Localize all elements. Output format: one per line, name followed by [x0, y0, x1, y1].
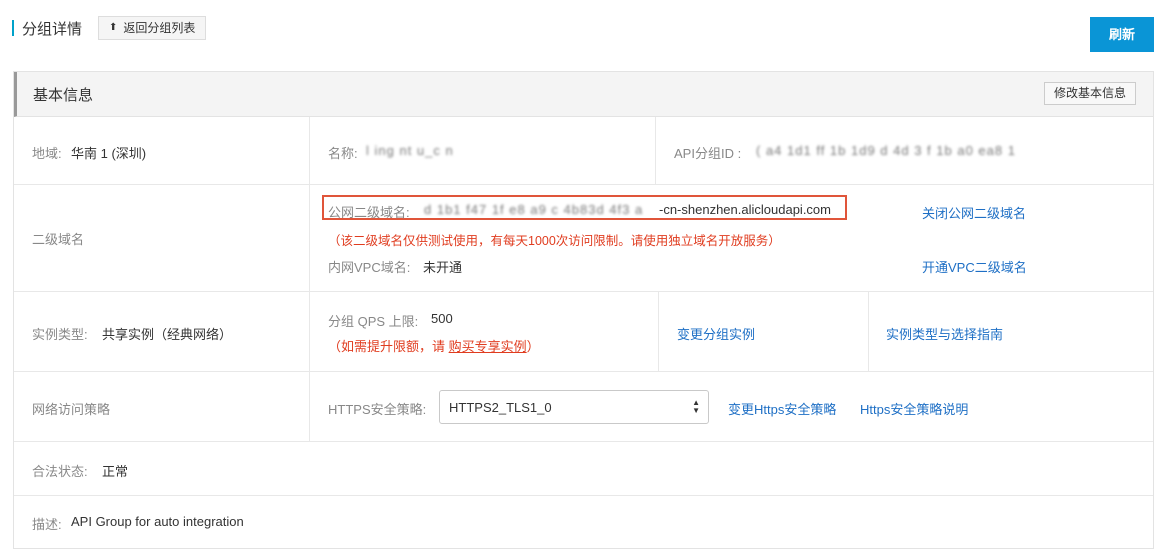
- public-domain-value-suffix: -cn-shenzhen.alicloudapi.com: [659, 202, 831, 217]
- qps-cell: 分组 QPS 上限: 500 （如需提升限额，请 购买专享实例）: [310, 292, 659, 371]
- change-instance-cell: 变更分组实例: [659, 292, 869, 371]
- description-label: 描述:: [32, 517, 62, 532]
- domain-row: 二级域名 公网二级域名: d 1b1 f47 1f e8 a9 c 4b83d …: [14, 185, 1153, 292]
- network-row: 网络访问策略 HTTPS安全策略: HTTPS2_TLS1_0 ▲ ▼ 变更Htt…: [14, 372, 1153, 442]
- page-title: 分组详情: [22, 21, 83, 38]
- public-domain-notice: （该二级域名仅供测试使用，有每天1000次访问限制。请使用独立域名开放服务）: [328, 234, 781, 248]
- instance-type-cell: 实例类型: 共享实例（经典网络）: [14, 292, 310, 371]
- network-label-cell: 网络访问策略: [14, 372, 310, 441]
- panel-header: 基本信息 修改基本信息: [14, 72, 1153, 117]
- https-policy-select[interactable]: HTTPS2_TLS1_0 ▲ ▼: [439, 390, 709, 424]
- basic-row: 地域: 华南 1 (深圳) 名称: l ing nt u_c n API分组ID…: [14, 117, 1153, 185]
- page-header: 分组详情 ⬆ 返回分组列表 刷新: [0, 0, 1163, 60]
- group-id-cell: API分组ID : ( a4 1d1 ff 1b 1d9 d 4d 3 f 1b…: [656, 117, 1153, 184]
- basic-info-panel: 基本信息 修改基本信息 地域: 华南 1 (深圳) 名称: l ing nt u…: [13, 71, 1154, 549]
- region-cell: 地域: 华南 1 (深圳): [14, 117, 310, 184]
- region-label: 地域:: [32, 146, 62, 161]
- back-button-label: 返回分组列表: [123, 21, 196, 35]
- https-policy-selected: HTTPS2_TLS1_0: [449, 400, 552, 415]
- public-domain-label: 公网二级域名:: [328, 205, 410, 220]
- legal-status-label: 合法状态:: [32, 464, 88, 479]
- name-value: l ing nt u_c n: [366, 143, 454, 158]
- change-https-policy-link[interactable]: 变更Https安全策略: [728, 399, 836, 418]
- qps-notice-suffix: ）: [526, 339, 540, 354]
- qps-notice: （如需提升限额，请 购买专享实例）: [328, 336, 540, 355]
- buy-dedicated-instance-link[interactable]: 购买专享实例: [449, 339, 527, 354]
- description-row: 描述: API Group for auto integration: [14, 496, 1153, 548]
- domain-label-cell: 二级域名: [14, 185, 310, 291]
- instance-type-guide-link[interactable]: 实例类型与选择指南: [886, 324, 1003, 343]
- edit-basic-info-button[interactable]: 修改基本信息: [1044, 82, 1137, 105]
- close-public-domain-link[interactable]: 关闭公网二级域名: [922, 203, 1026, 222]
- domain-row-label: 二级域名: [32, 232, 85, 247]
- instance-row: 实例类型: 共享实例（经典网络） 分组 QPS 上限: 500 （如需提升限额，…: [14, 292, 1153, 372]
- instance-type-value: 共享实例（经典网络）: [102, 327, 233, 342]
- refresh-button[interactable]: 刷新: [1090, 17, 1154, 52]
- upload-arrow-icon: ⬆: [109, 22, 118, 33]
- qps-label: 分组 QPS 上限:: [328, 314, 419, 329]
- https-policy-doc-link[interactable]: Https安全策略说明: [860, 399, 968, 418]
- https-policy-label: HTTPS安全策略:: [328, 402, 427, 417]
- instance-type-label: 实例类型:: [32, 327, 88, 342]
- name-label: 名称:: [328, 146, 358, 161]
- vpc-domain-label: 内网VPC域名:: [328, 260, 411, 275]
- select-caret-icon: ▲ ▼: [692, 398, 700, 415]
- legal-status-value: 正常: [102, 464, 129, 479]
- panel-title: 基本信息: [33, 87, 94, 104]
- qps-notice-prefix: （如需提升限额，请: [328, 339, 449, 354]
- qps-value: 500: [431, 311, 453, 326]
- network-value-cell: HTTPS安全策略: HTTPS2_TLS1_0 ▲ ▼ 变更Https安全策略 …: [310, 372, 1153, 441]
- vpc-domain-value: 未开通: [423, 260, 463, 275]
- title-accent-bar: [12, 20, 14, 36]
- group-id-value: ( a4 1d1 ff 1b 1d9 d 4d 3 f 1b a0 ea8 1: [756, 143, 1016, 158]
- change-group-instance-link[interactable]: 变更分组实例: [677, 324, 755, 343]
- domain-value-cell: 公网二级域名: d 1b1 f47 1f e8 a9 c 4b83d 4f3 a…: [310, 185, 1153, 291]
- public-domain-value-masked: d 1b1 f47 1f e8 a9 c 4b83d 4f3 a: [424, 202, 644, 217]
- name-cell: 名称: l ing nt u_c n: [310, 117, 656, 184]
- back-to-group-list-button[interactable]: ⬆ 返回分组列表: [98, 16, 207, 40]
- region-value: 华南 1 (深圳): [71, 146, 147, 161]
- open-vpc-domain-link[interactable]: 开通VPC二级域名: [922, 257, 1027, 276]
- group-id-label: API分组ID :: [674, 146, 742, 161]
- network-row-label: 网络访问策略: [32, 402, 111, 417]
- legal-status-row: 合法状态: 正常: [14, 442, 1153, 496]
- instance-guide-cell: 实例类型与选择指南: [869, 292, 1153, 371]
- description-value: API Group for auto integration: [71, 514, 244, 529]
